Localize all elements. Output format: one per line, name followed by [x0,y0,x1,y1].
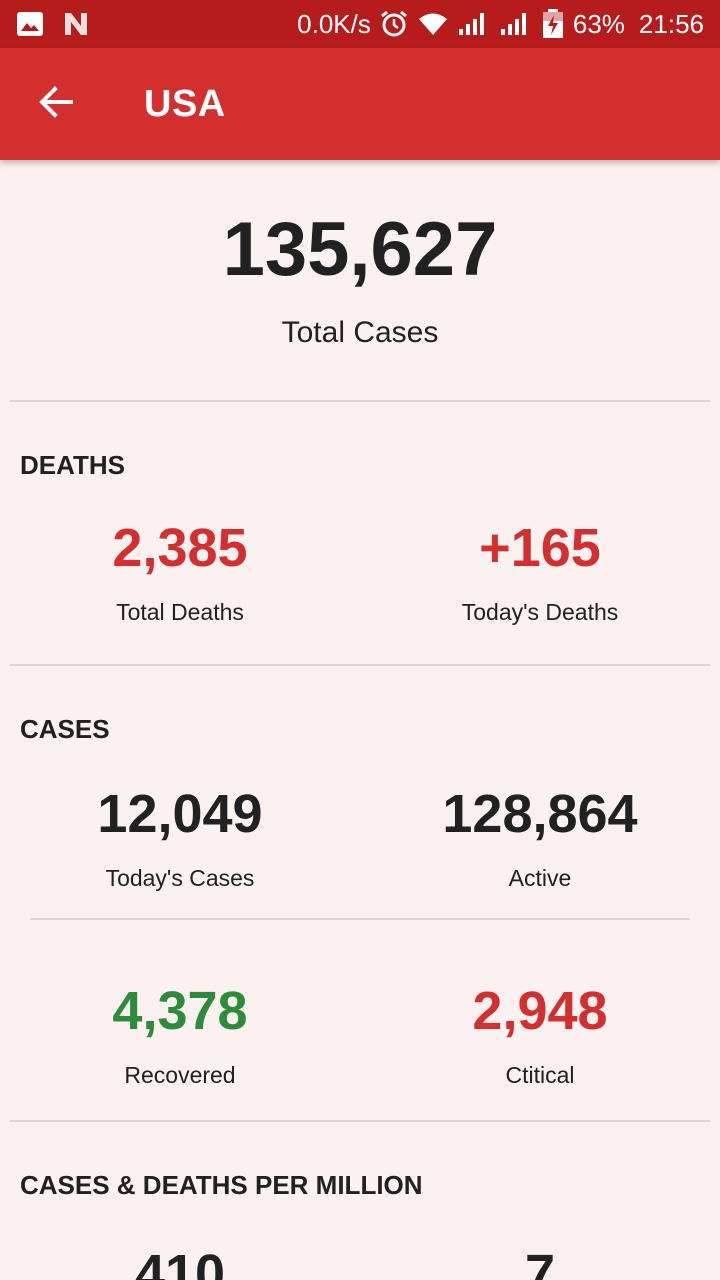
country-stats: 135,627 Total Cases DEATHS 2,385 Total D… [0,160,720,1280]
signal-icon [499,11,533,37]
stat-active: 128,864 Active [360,787,720,892]
stat-today-deaths: +165 Today's Deaths [360,521,720,626]
critical-value: 2,948 [472,981,608,1041]
signal-icon [457,11,491,37]
deaths-section: DEATHS 2,385 Total Deaths +165 Today's D… [0,402,720,664]
status-bar: 0.0K/s 63% 21:56 [0,0,720,48]
total-cases-label: Total Cases [281,316,439,349]
wifi-icon [417,11,449,37]
section-title-deaths: DEATHS [20,450,125,480]
today-cases-label: Today's Cases [105,865,255,891]
cases-section: CASES 12,049 Today's Cases 128,864 Activ… [0,666,720,1120]
stat-deaths-per-million: 7 [360,1247,720,1280]
per-million-section: CASES & DEATHS PER MILLION 410 7 [0,1122,720,1280]
battery-charging-icon [541,9,565,39]
today-cases-value: 12,049 [97,784,263,844]
stat-recovered: 4,378 Recovered [0,984,360,1089]
app-bar: USA [0,48,720,160]
today-deaths-label: Today's Deaths [461,599,619,625]
critical-label: Ctitical [505,1062,575,1088]
stat-cases-per-million: 410 [0,1247,360,1280]
total-deaths-label: Total Deaths [116,599,244,625]
alarm-icon [379,9,409,39]
clock: 21:56 [638,8,704,39]
inner-divider [30,918,690,920]
total-cases-summary: 135,627 Total Cases [0,160,720,400]
stat-today-cases: 12,049 Today's Cases [0,787,360,892]
n-app-icon [62,11,90,37]
total-deaths-value: 2,385 [112,518,248,578]
recovered-value: 4,378 [112,981,248,1041]
arrow-back-icon [38,84,74,125]
recovered-label: Recovered [124,1062,236,1088]
cases-per-million-value: 410 [134,1244,226,1280]
today-deaths-value: +165 [479,518,601,578]
deaths-per-million-value: 7 [524,1244,556,1280]
image-icon [16,11,44,37]
net-speed: 0.0K/s [297,8,371,39]
back-button[interactable] [28,76,84,132]
page-title: USA [144,82,226,125]
total-cases-value: 135,627 [222,207,498,292]
section-title-per-million: CASES & DEATHS PER MILLION [20,1170,423,1200]
stat-total-deaths: 2,385 Total Deaths [0,521,360,626]
active-label: Active [508,865,572,891]
stat-critical: 2,948 Ctitical [360,984,720,1089]
section-title-cases: CASES [20,714,110,744]
active-value: 128,864 [442,784,638,844]
battery-percent: 63% [572,8,625,39]
